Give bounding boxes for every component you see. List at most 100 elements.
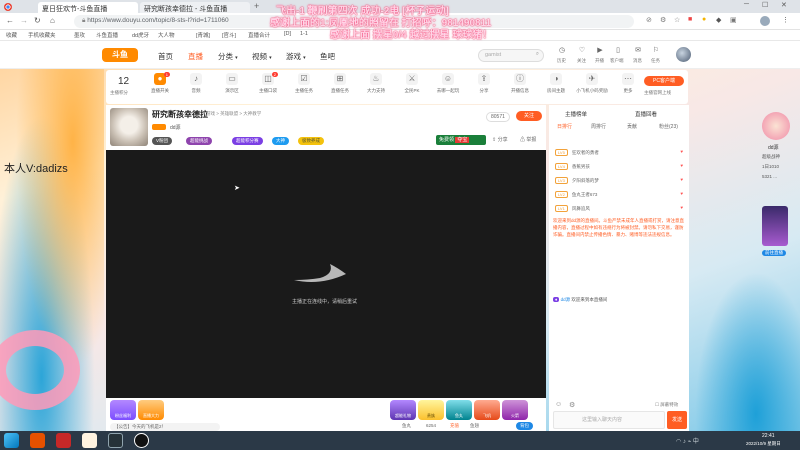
nav-home[interactable]: 首页	[158, 51, 173, 62]
search-icon[interactable]: ⌕	[536, 51, 539, 58]
gift-item[interactable]: 火箭	[502, 400, 528, 420]
activity-item[interactable]: ◑ 房间主题	[538, 73, 574, 94]
back-icon[interactable]: ←	[6, 16, 14, 25]
tab-rank[interactable]: 主播榜单	[565, 110, 587, 118]
room-category[interactable]: 游戏 > 英雄联盟 > 大神教学	[206, 111, 261, 117]
tag-pill[interactable]: 大神	[272, 137, 289, 145]
subtab-day[interactable]: 日排行	[557, 123, 572, 130]
activity-item[interactable]: ⚔ 全民PK	[394, 73, 430, 94]
taskbar-app-icon[interactable]	[56, 433, 71, 448]
profile-icon[interactable]	[760, 16, 770, 26]
gift-item[interactable]: 飞机	[474, 400, 500, 420]
tag-pill[interactable]: 极致养成	[298, 137, 324, 145]
tag-pill[interactable]: 超能积分赛	[232, 137, 263, 145]
home-icon[interactable]: ⌂	[50, 16, 55, 25]
taskbar-app-icon[interactable]	[108, 433, 123, 448]
douyu-logo[interactable]: 斗鱼	[102, 48, 138, 62]
rank-item[interactable]: LV5 狂欢者的勇者 ♥	[555, 149, 683, 159]
bookmark[interactable]: 手机收藏夹	[28, 31, 56, 39]
task-icon[interactable]: ⚐	[650, 46, 662, 54]
chrome-icon[interactable]	[4, 3, 12, 11]
nav-video[interactable]: 视频 ▾	[252, 51, 272, 62]
phone-icon[interactable]: ▯	[612, 46, 624, 54]
bookmark[interactable]: 1-1	[300, 31, 308, 37]
tab-1[interactable]: 夏日狂欢节-斗鱼直播	[38, 2, 138, 13]
rank-item[interactable]: LV3 夕阳斜落的梦 ♥	[555, 177, 683, 187]
follow-icon[interactable]: ♡	[576, 46, 588, 54]
bookmark[interactable]: 斗鱼直播	[96, 31, 118, 39]
bookmark[interactable]: [D]	[284, 31, 291, 37]
report-button[interactable]: ⚠ 举报	[520, 136, 536, 143]
follow-button[interactable]: 关注	[516, 111, 542, 121]
activity-item[interactable]: ☑ 主播任务	[286, 73, 322, 94]
window-close-icon[interactable]: ✕	[781, 1, 787, 9]
activity-item[interactable]: ◫ 2 主播口袋	[250, 72, 286, 94]
block-effects-checkbox[interactable]: ☐ 屏蔽特效	[655, 402, 678, 408]
bookmark[interactable]: 直播合计	[248, 31, 270, 39]
emoji-icon[interactable]: ☺	[555, 401, 562, 408]
settings-icon[interactable]: ⚙	[569, 401, 575, 409]
activity-item[interactable]: ✈ 小飞机小码奖励	[574, 73, 610, 94]
extension-icon[interactable]: ●	[702, 16, 706, 23]
send-button[interactable]: 发送	[667, 411, 687, 429]
rank-item[interactable]: LV1 风舞追风 ♥	[555, 205, 683, 215]
gift-item[interactable]: 直播大力	[138, 400, 164, 420]
streamer-name[interactable]: dd源	[170, 124, 181, 131]
search-input[interactable]: gamist ⌕	[478, 49, 544, 62]
extension-icon[interactable]: ▣	[730, 16, 737, 24]
extension-icon[interactable]: ⊘	[646, 16, 652, 24]
gift-item[interactable]: 贵族	[418, 400, 444, 420]
live-icon[interactable]: ▶	[594, 46, 606, 54]
extension-icon[interactable]: ◆	[716, 16, 721, 24]
bookmark[interactable]: 大人物	[158, 31, 175, 39]
rank-item[interactable]: LV4 香蕉男孩 ♥	[555, 163, 683, 173]
reload-icon[interactable]: ↻	[34, 16, 41, 25]
rank-item[interactable]: LV2 鱼丸王者673 ♥	[555, 191, 683, 201]
window-maximize-icon[interactable]: ☐	[762, 1, 768, 9]
extension-icon[interactable]: ■	[688, 16, 692, 23]
bookmark[interactable]: dd虎牙	[132, 31, 149, 39]
activity-item[interactable]: ♪ 音频	[178, 73, 214, 94]
gift-item[interactable]: 超能礼物	[390, 400, 416, 420]
bookmark[interactable]: [官斗]	[222, 31, 236, 39]
bookmark[interactable]: 收藏	[6, 31, 17, 39]
bookmark[interactable]: 墨攻	[74, 31, 85, 39]
tag-pill[interactable]: V粉团	[152, 137, 173, 145]
share-button[interactable]: ⇪ 分享	[492, 136, 508, 143]
activity-item[interactable]: ☺ 去哪一起玩	[430, 73, 466, 94]
star-icon[interactable]: ☆	[674, 16, 680, 24]
avatar[interactable]	[676, 47, 691, 62]
free-badge[interactable]: 免费领 夺宝	[436, 135, 486, 145]
recharge-button[interactable]: 充值	[450, 423, 459, 429]
nav-live[interactable]: 直播	[188, 51, 203, 62]
widget-button[interactable]: 前往直播	[762, 250, 786, 256]
streamer-avatar[interactable]	[110, 108, 148, 146]
backpack-button[interactable]: 背包	[516, 422, 533, 430]
gift-item[interactable]: 鱼丸	[446, 400, 472, 420]
nav-category[interactable]: 分类 ▾	[218, 51, 238, 62]
widget-card[interactable]	[762, 206, 788, 246]
subtab-fans[interactable]: 粉丝(23)	[659, 123, 678, 130]
menu-icon[interactable]: ⋮	[782, 16, 789, 24]
gift-item[interactable]: 粉丝福利	[110, 400, 136, 420]
start-icon[interactable]	[4, 433, 19, 448]
activity-item[interactable]: ⊞ 直播任务	[322, 73, 358, 94]
activity-item[interactable]: ⇪ 分享	[466, 73, 502, 94]
tab-2[interactable]: 研究断孩幸德拉 - 斗鱼直播	[140, 2, 250, 13]
widget-avatar[interactable]	[762, 112, 790, 140]
extension-icon[interactable]: ⚙	[660, 16, 666, 24]
tray-icons[interactable]: ◠ ♪ ⌁ 中	[676, 436, 699, 445]
subtab-contrib[interactable]: 贡献	[627, 123, 637, 130]
subtab-week[interactable]: 周排行	[591, 123, 606, 130]
activity-item[interactable]: ⋯ 更多	[610, 73, 646, 94]
tab-replay[interactable]: 直播回看	[635, 110, 657, 118]
activity-item[interactable]: ▭ 演示区	[214, 73, 250, 94]
forward-icon[interactable]: →	[20, 16, 28, 25]
taskbar-app-icon[interactable]	[30, 433, 45, 448]
history-icon[interactable]: ◷	[556, 46, 568, 54]
video-player[interactable]: ➤ 主播正在连线中，请稍后重试	[106, 150, 546, 398]
message-icon[interactable]: ✉	[632, 46, 644, 54]
taskbar-app-icon[interactable]	[134, 433, 149, 448]
tag-pill[interactable]: 超能挑战	[186, 137, 212, 145]
bookmark[interactable]: [青城]	[196, 31, 210, 39]
